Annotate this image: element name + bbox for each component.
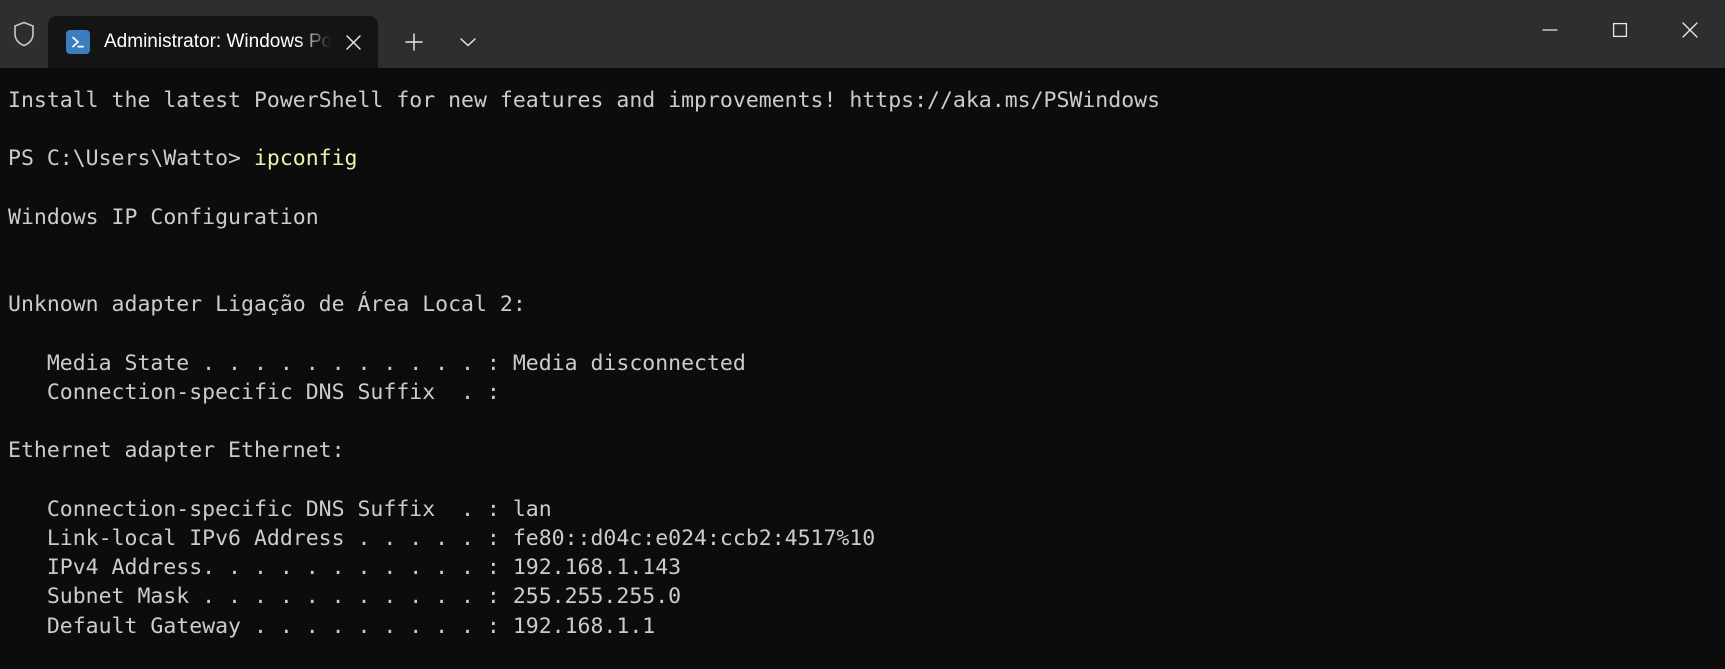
terminal-line: Connection-specific DNS Suffix . : lan xyxy=(8,496,552,522)
minimize-icon xyxy=(1542,29,1558,31)
terminal-output[interactable]: Install the latest PowerShell for new fe… xyxy=(0,68,1725,669)
powershell-window: Administrator: Windows PowerShell xyxy=(0,0,1725,669)
command-text: ipconfig xyxy=(253,146,358,172)
shield-icon xyxy=(14,21,34,47)
terminal-line: Media State . . . . . . . . . . . : Medi… xyxy=(8,350,746,376)
tab-strip: Administrator: Windows PowerShell xyxy=(0,0,1515,68)
new-tab-dropdown-button[interactable] xyxy=(446,16,490,68)
terminal-line: Windows IP Configuration xyxy=(8,204,319,230)
new-tab-button[interactable] xyxy=(392,16,436,68)
terminal-line: Ethernet adapter Ethernet: xyxy=(8,438,345,464)
terminal-prompt-line: PS C:\Users\Watto> ipconfig xyxy=(8,144,1725,173)
powershell-glyph xyxy=(72,36,84,48)
terminal-line: Link-local IPv6 Address . . . . . : fe80… xyxy=(8,526,876,552)
prompt-text: PS C:\Users\Watto> xyxy=(8,146,254,172)
tab-close-button[interactable] xyxy=(334,23,372,61)
tab-title: Administrator: Windows PowerShell xyxy=(104,31,334,52)
terminal-line: Install the latest PowerShell for new fe… xyxy=(8,88,1161,113)
terminal-line: Connection-specific DNS Suffix . : xyxy=(8,380,513,406)
terminal-line: Default Gateway . . . . . . . . . : 192.… xyxy=(8,613,656,639)
maximize-button[interactable] xyxy=(1585,0,1655,60)
terminal-line: IPv4 Address. . . . . . . . . . . : 192.… xyxy=(8,555,682,581)
tab-administrator-windows-powershell[interactable]: Administrator: Windows PowerShell xyxy=(48,16,378,68)
plus-icon xyxy=(405,33,423,51)
minimize-button[interactable] xyxy=(1515,0,1585,60)
maximize-icon xyxy=(1612,22,1628,38)
chevron-down-icon xyxy=(460,38,476,47)
terminal-line: Unknown adapter Ligação de Área Local 2: xyxy=(8,292,526,318)
window-controls xyxy=(1515,0,1725,68)
title-bar: Administrator: Windows PowerShell xyxy=(0,0,1725,68)
shield-icon-button[interactable] xyxy=(0,0,48,68)
close-window-button[interactable] xyxy=(1655,0,1725,60)
terminal-line: Subnet Mask . . . . . . . . . . . : 255.… xyxy=(8,584,682,610)
powershell-icon xyxy=(66,30,90,54)
close-icon xyxy=(345,34,361,50)
close-icon xyxy=(1682,22,1698,38)
